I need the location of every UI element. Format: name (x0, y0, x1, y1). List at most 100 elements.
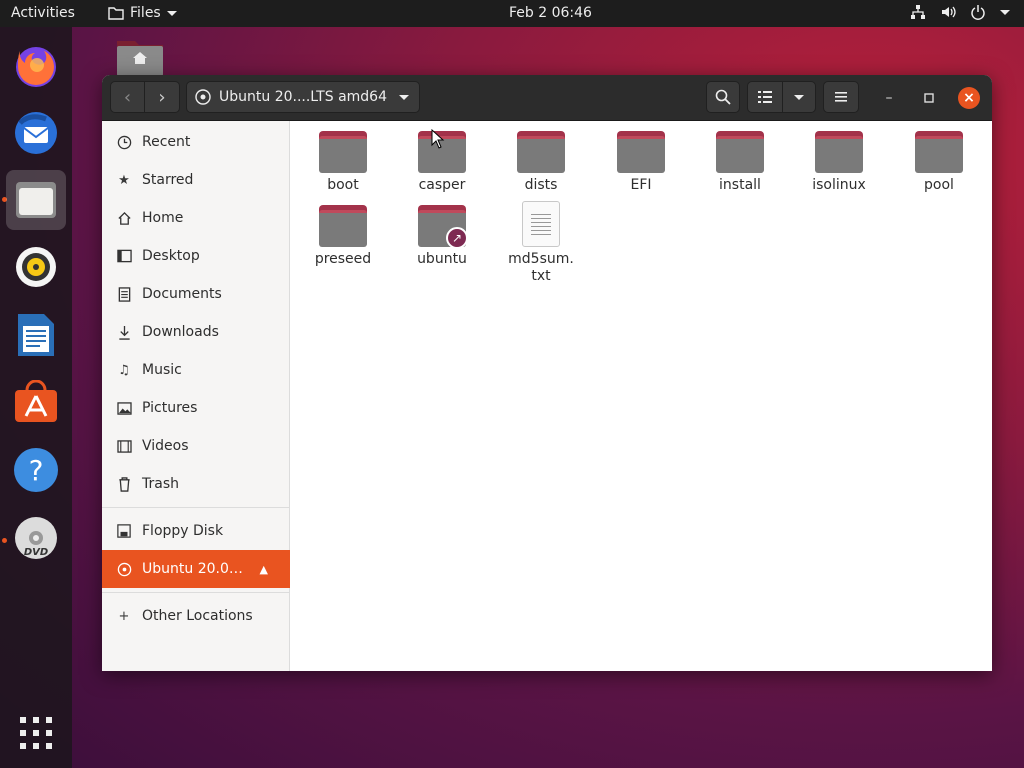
desktop-home-folder[interactable] (116, 37, 164, 77)
file-item-isolinux[interactable]: isolinux (793, 131, 885, 194)
file-label: casper (418, 177, 466, 193)
dvd-launcher[interactable]: DVD (6, 508, 66, 568)
header-bar: ‹ › Ubuntu 20....LTS amd64 – × (102, 75, 992, 121)
file-label: install (719, 177, 761, 193)
clock[interactable]: Feb 2 06:46 (509, 5, 592, 21)
sidebar-item-recent[interactable]: Recent (102, 123, 290, 161)
sidebar-item-label: Desktop (142, 248, 200, 264)
view-toggle[interactable] (747, 81, 816, 113)
file-label: boot (327, 177, 359, 193)
folder-icon (617, 131, 665, 173)
dock: ? DVD (0, 27, 72, 768)
hamburger-icon (835, 92, 847, 102)
music-icon: ♫ (118, 362, 130, 378)
sidebar-item-label: Documents (142, 286, 222, 302)
file-label: preseed (314, 251, 372, 267)
symlink-arrow-icon: ↗ (446, 227, 468, 249)
file-item-efi[interactable]: EFI (595, 131, 687, 194)
sidebar-item-documents[interactable]: Documents (102, 275, 290, 313)
show-apps-button[interactable] (6, 703, 66, 763)
disc-icon (195, 89, 211, 105)
file-item-ubuntu[interactable]: ↗ ubuntu (396, 205, 488, 268)
show-apps-icon (20, 717, 52, 749)
sidebar-item-trash[interactable]: Trash (102, 465, 290, 503)
svg-text:DVD: DVD (24, 547, 48, 558)
files-launcher[interactable] (6, 170, 66, 230)
help-launcher[interactable]: ? (6, 440, 66, 500)
folder-icon (319, 131, 367, 173)
sidebar-item-label: Recent (142, 134, 191, 150)
chevron-left-icon: ‹ (123, 86, 132, 108)
activities-button[interactable]: Activities (11, 5, 75, 21)
file-item-md5sum[interactable]: md5sum. txt (495, 201, 587, 285)
home-folder-icon (117, 41, 163, 76)
minimize-button[interactable]: – (878, 87, 900, 109)
videos-icon (116, 438, 132, 454)
sidebar-item-starred[interactable]: ★ Starred (102, 161, 290, 199)
back-button[interactable]: ‹ (110, 81, 145, 113)
sidebar-item-label: Videos (142, 438, 189, 454)
floppy-icon (116, 523, 132, 539)
sidebar-item-label: Pictures (142, 400, 198, 416)
app-menu[interactable]: Files (108, 5, 177, 21)
folder-icon (815, 131, 863, 173)
plus-icon: + (118, 608, 130, 624)
file-label: pool (924, 177, 954, 193)
folder-icon (108, 7, 124, 20)
sidebar-item-label: Downloads (142, 324, 219, 340)
desktop-icon (116, 248, 132, 264)
system-tray[interactable] (910, 4, 1010, 20)
maximize-button[interactable] (918, 87, 940, 109)
folder-icon: ↗ (418, 205, 468, 249)
close-button[interactable]: × (958, 87, 980, 109)
sidebar-item-floppy[interactable]: Floppy Disk (102, 512, 290, 550)
path-bar[interactable]: Ubuntu 20....LTS amd64 (186, 81, 420, 113)
sidebar-item-desktop[interactable]: Desktop (102, 237, 290, 275)
search-icon (715, 89, 731, 105)
sidebar-item-other-locations[interactable]: + Other Locations (102, 597, 290, 635)
folder-icon (716, 131, 764, 173)
sidebar-item-home[interactable]: Home (102, 199, 290, 237)
sidebar-item-label: Music (142, 362, 182, 378)
menu-button[interactable] (823, 81, 859, 113)
thunderbird-launcher[interactable] (6, 103, 66, 163)
sidebar-item-label: Other Locations (142, 608, 253, 624)
forward-button[interactable]: › (145, 81, 180, 113)
file-view[interactable]: boot casper dists EFI install isolinux p… (291, 121, 992, 671)
close-icon: × (963, 90, 975, 106)
chevron-down-icon (1000, 9, 1010, 15)
writer-launcher[interactable] (6, 305, 66, 365)
sidebar-item-ubuntu-disc[interactable]: Ubuntu 20.0… ▲ (102, 550, 290, 588)
chevron-down-icon (793, 94, 804, 100)
file-item-dists[interactable]: dists (495, 131, 587, 194)
file-item-preseed[interactable]: preseed (297, 205, 389, 268)
rhythmbox-icon (16, 247, 56, 287)
power-icon (971, 5, 985, 20)
sidebar-item-label: Trash (142, 476, 179, 492)
eject-icon[interactable]: ▲ (260, 563, 268, 576)
software-launcher[interactable] (6, 372, 66, 432)
pictures-icon (116, 400, 132, 416)
list-view-button[interactable] (748, 91, 782, 103)
file-item-install[interactable]: install (694, 131, 786, 194)
search-button[interactable] (706, 81, 740, 113)
sidebar-item-videos[interactable]: Videos (102, 427, 290, 465)
sidebar-item-downloads[interactable]: Downloads (102, 313, 290, 351)
sidebar-divider (102, 592, 290, 593)
firefox-launcher[interactable] (6, 35, 66, 95)
sidebar-item-pictures[interactable]: Pictures (102, 389, 290, 427)
trash-icon (116, 476, 132, 492)
rhythmbox-launcher[interactable] (6, 237, 66, 297)
maximize-icon (924, 93, 934, 103)
file-item-pool[interactable]: pool (893, 131, 985, 194)
chevron-down-icon (399, 94, 409, 100)
file-item-boot[interactable]: boot (297, 131, 389, 194)
help-icon: ? (14, 448, 58, 492)
sidebar-item-label: Starred (142, 172, 194, 188)
view-options-button[interactable] (781, 82, 816, 112)
sidebar-item-music[interactable]: ♫ Music (102, 351, 290, 389)
sidebar-item-label: Ubuntu 20.0… (142, 561, 243, 577)
documents-icon (116, 286, 132, 302)
text-file-icon (522, 201, 560, 247)
chevron-right-icon: › (158, 86, 166, 108)
